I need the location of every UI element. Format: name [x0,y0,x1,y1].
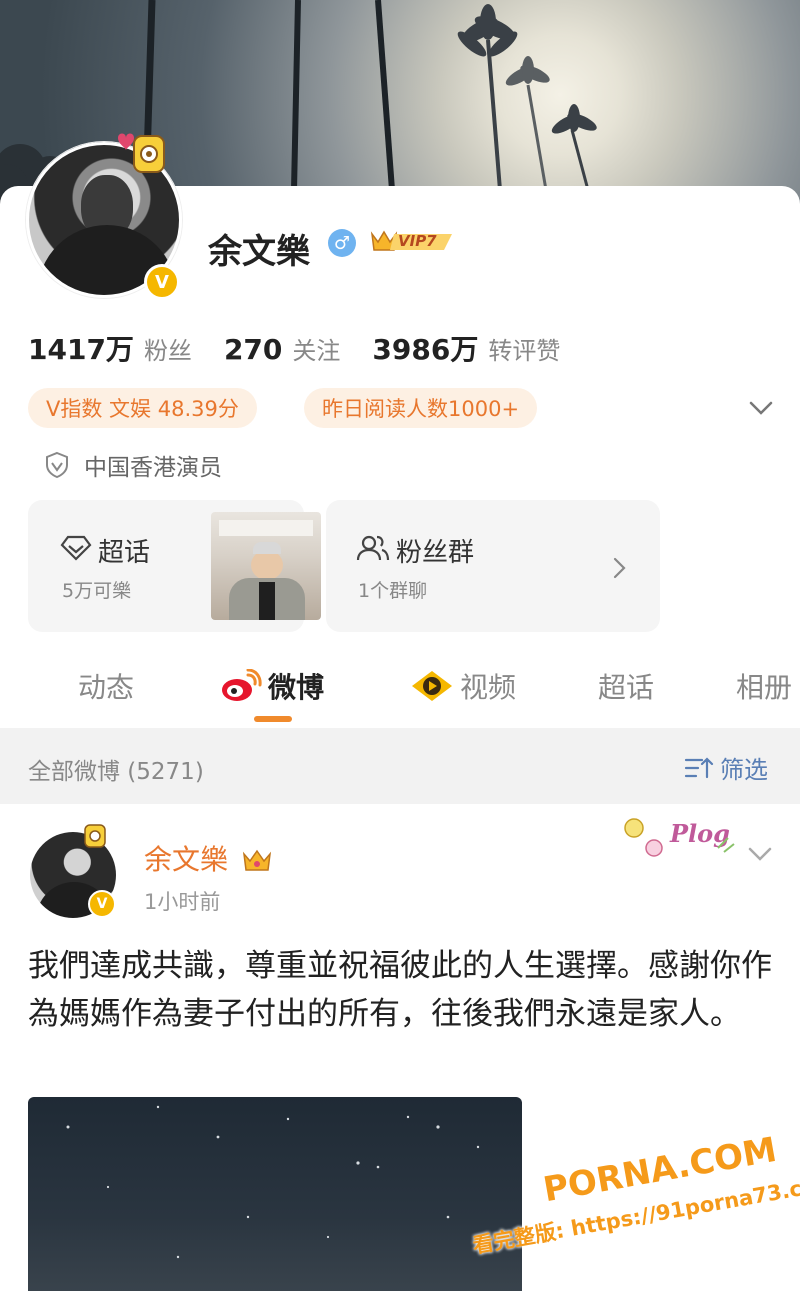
vip-level-label: VIP7 [398,232,437,250]
post-menu-chevron-icon[interactable] [746,840,774,868]
post-verified-badge-icon: V [88,890,116,918]
tab-video[interactable]: 视频 [410,666,516,706]
post-body: 我們達成共識，尊重並祝福彼此的人生選擇。感謝你作為媽媽作為妻子付出的所有，往後我… [28,948,772,1032]
tab-supertopic[interactable]: 超话 [598,666,654,706]
interactions-label: 转评赞 [488,337,561,365]
video-play-icon [412,671,452,701]
tab-weibo[interactable]: 微博 [220,666,324,706]
fangroup-title: 粉丝群 [396,538,475,568]
filter-button[interactable]: 筛选 [684,750,768,785]
shield-icon [46,451,68,479]
gender-male-icon: ♂ [328,229,356,257]
avatar-pendant-small-icon [84,824,106,848]
fangroup-sub: 1个群聊 [358,580,428,602]
chevron-down-icon[interactable] [747,394,775,422]
post-count: 全部微博 (5271) [28,759,204,785]
supertopic-thumbnail [211,512,321,620]
filter-label: 筛选 [720,756,768,784]
diamond-icon [60,535,92,561]
active-tab-indicator [254,716,292,722]
plog-sticker-icon: Plog [624,818,735,857]
supertopic-tile[interactable]: 超话 5万可樂 [28,500,321,632]
users-icon [356,535,390,561]
following-count[interactable]: 270 [224,333,282,366]
profile-stats: 1417万 粉丝 270 关注 3986万 转评赞 [28,328,592,368]
weibo-logo-icon [222,669,262,701]
filter-bar: 全部微博 (5271) 筛选 [0,728,800,804]
verified-badge-icon: V [144,264,180,300]
svg-text:Plog: Plog [669,819,730,848]
post-author-name[interactable]: 余文樂 [144,838,273,878]
profile-tag-label: 中国香港演员 [84,455,222,481]
tab-feed[interactable]: 动态 [78,666,134,706]
chevron-right-icon [613,557,626,579]
tab-album[interactable]: 相册 [736,666,792,706]
fangroup-tile[interactable]: 粉丝群 1个群聊 [326,500,660,632]
interactions-count: 3986万 [372,333,479,366]
followers-count[interactable]: 1417万 [28,328,134,368]
profile-name: 余文樂 [208,232,310,272]
avatar-pendant-icon [118,133,165,173]
supertopic-sub: 5万可樂 [62,580,132,602]
followers-label[interactable]: 粉丝 [144,331,192,366]
profile-tag: 中国香港演员 [44,448,222,482]
reads-pill[interactable]: 昨日阅读人数1000+ [304,388,538,428]
post-time: 1小时前 [144,890,221,914]
post-image[interactable] [28,1097,522,1291]
following-label[interactable]: 关注 [292,331,340,366]
supertopic-title: 超话 [98,538,151,568]
vip-crown-small-icon [242,849,271,871]
tab-video-label: 视频 [460,671,517,704]
profile-tabs: 动态 微博 视频 超话 相册 [0,664,800,728]
v-index-pill[interactable]: V指数 文娱 48.39分 [28,388,257,428]
tab-weibo-label: 微博 [268,671,325,704]
filter-icon [684,756,714,778]
